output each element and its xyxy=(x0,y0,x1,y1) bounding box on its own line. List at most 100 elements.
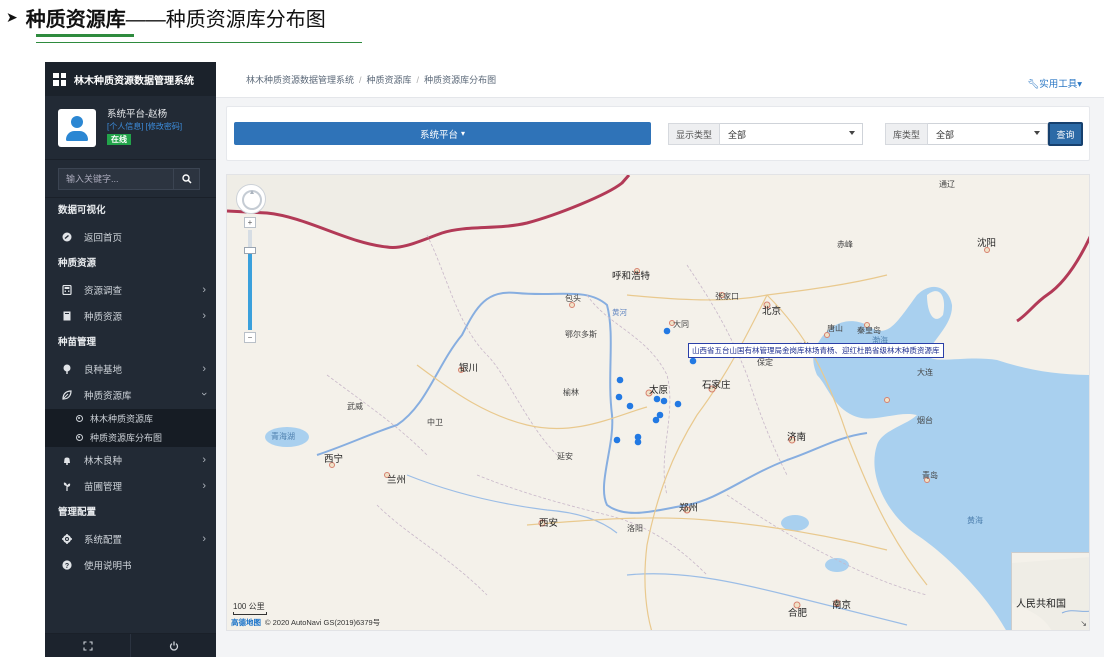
zoom-in-button[interactable]: + xyxy=(244,217,256,228)
display-type-label: 显示类型 xyxy=(668,123,721,145)
breadcrumb-current: 种质资源库分布图 xyxy=(424,75,497,85)
grid-icon xyxy=(53,72,66,86)
sidebar-item-label: 苗圃管理 xyxy=(84,482,123,494)
chevron-right-icon: › xyxy=(202,283,206,296)
map-label-luoyang: 洛阳 xyxy=(627,524,643,533)
map-label-shijiazhuang: 石家庄 xyxy=(702,380,731,391)
user-name: 系统平台-赵杨 xyxy=(107,109,168,120)
chevron-right-icon: › xyxy=(202,310,206,322)
map-label-zhengzhou: 郑州 xyxy=(679,503,699,514)
gear-icon xyxy=(62,533,72,544)
display-type-group: 显示类型 全部 xyxy=(668,123,864,145)
sidebar-item-home[interactable]: 返回首页 xyxy=(45,224,216,251)
page-caption: ➤ 种质资源库 ——种质资源库分布图 xyxy=(6,2,326,32)
tools-menu[interactable]: 🔧︎实用工具▾ xyxy=(1027,76,1082,90)
breadcrumb: 林木种质资源数据管理系统 / 种质资源库 / 种质资源库分布图 🔧︎实用工具▾ xyxy=(216,62,1104,98)
sidebar-item-germplasm-bank[interactable]: 种质资源库 › xyxy=(45,382,216,409)
map-label-baoding: 保定 xyxy=(757,358,773,367)
bank-type-group: 库类型 全部 xyxy=(885,123,1049,145)
tree-icon xyxy=(62,364,72,374)
sidebar-subitem-label: 种质资源库分布图 xyxy=(90,432,163,443)
display-type-select[interactable]: 全部 xyxy=(720,123,864,145)
bank-type-value: 全部 xyxy=(936,129,955,140)
caret-down-icon: ▾ xyxy=(461,129,466,138)
map-label-xian: 西安 xyxy=(539,518,559,529)
sidebar-item-label: 良种基地 xyxy=(84,364,123,376)
user-links[interactable]: [个人信息] [修改密码] xyxy=(107,121,182,133)
breadcrumb-separator: / xyxy=(416,74,420,85)
map-label-baotou: 包头 xyxy=(565,294,581,303)
chevron-right-icon: › xyxy=(202,453,206,466)
map-label-taiyuan: 太原 xyxy=(649,385,669,396)
copyright-text: © 2020 AutoNavi GS(2019)6379号 xyxy=(265,618,381,627)
map-label-chifeng: 赤峰 xyxy=(837,240,853,249)
breadcrumb-home[interactable]: 林木种质资源数据管理系统 xyxy=(246,73,354,86)
sidebar-item-germplasm[interactable]: 种质资源 › xyxy=(45,303,216,330)
sidebar-item-label: 资源调查 xyxy=(84,285,123,297)
distribution-map[interactable]: 呼和浩特 北京 沈阳 太原 石家庄 银川 济南 西宁 兰州 西安 郑州 合肥 南… xyxy=(226,174,1090,631)
book-icon xyxy=(62,311,72,321)
query-button[interactable]: 查询 xyxy=(1048,122,1083,146)
map-label-wuwei: 武威 xyxy=(347,402,363,411)
zoom-slider[interactable] xyxy=(244,230,256,330)
sidebar-item-seed-base[interactable]: 良种基地 › xyxy=(45,356,216,383)
map-label-xining: 西宁 xyxy=(324,454,344,465)
leaf-icon xyxy=(62,390,72,400)
user-panel: 系统平台-赵杨 [个人信息] [修改密码] 在线 xyxy=(45,96,216,160)
sidebar-search xyxy=(45,160,216,198)
search-input[interactable] xyxy=(58,167,174,190)
sidebar-item-forest-seed[interactable]: 林木良种 › xyxy=(45,447,216,474)
section-data-visualization: 数据可视化 xyxy=(58,205,106,216)
chevron-right-icon: › xyxy=(202,532,206,545)
map-label-tangshan: 唐山 xyxy=(827,324,843,333)
map-pan-control[interactable] xyxy=(236,184,266,214)
map-label-hohhot: 呼和浩特 xyxy=(612,271,651,282)
sidebar-subitem-distribution-map[interactable]: 种质资源库分布图 xyxy=(45,428,216,447)
question-icon: ? xyxy=(62,560,72,570)
bell-icon xyxy=(62,455,72,465)
caret-down-icon: ▾ xyxy=(1077,79,1082,90)
map-label-yulin: 榆林 xyxy=(563,388,579,397)
sidebar-item-label: 返回首页 xyxy=(84,233,123,245)
display-type-value: 全部 xyxy=(728,129,747,140)
compass-icon xyxy=(242,190,262,210)
sidebar-item-label: 林木良种 xyxy=(84,455,123,467)
resize-corner-icon[interactable]: ↘ xyxy=(1080,619,1087,628)
platform-dropdown-button[interactable]: 系统平台 ▾ xyxy=(234,122,651,145)
app-header: 林木种质资源数据管理系统 xyxy=(45,62,216,96)
search-button[interactable] xyxy=(174,167,200,190)
zoom-slider-handle[interactable] xyxy=(244,247,256,254)
arrow-icon: ➤ xyxy=(6,8,18,25)
inset-label: 人民共和国 xyxy=(1016,599,1066,610)
sidebar-subitem-label: 林木种质资源库 xyxy=(90,413,154,424)
map-label-ordos: 鄂尔多斯 xyxy=(565,330,597,339)
caption-title: 种质资源库 xyxy=(25,8,126,31)
sidebar-item-manual[interactable]: ? 使用说明书 xyxy=(45,552,216,579)
sidebar-item-nursery[interactable]: 苗圃管理 › xyxy=(45,473,216,500)
map-label-datong: 大同 xyxy=(673,320,689,329)
wrench-icon: 🔧︎ xyxy=(1027,79,1040,90)
map-overview-inset[interactable]: 人民共和国 ↘ xyxy=(1011,552,1089,630)
map-label-jinan: 济南 xyxy=(787,432,807,443)
map-label-qingdao: 青岛 xyxy=(922,471,938,480)
map-copyright: 高德地图 © 2020 AutoNavi GS(2019)6379号 xyxy=(231,617,380,628)
zoom-out-button[interactable]: − xyxy=(244,332,256,343)
fullscreen-button[interactable] xyxy=(45,634,130,657)
breadcrumb-bank[interactable]: 种质资源库 xyxy=(367,73,412,86)
bank-type-select[interactable]: 全部 xyxy=(928,123,1049,145)
sidebar-item-label: 种质资源库 xyxy=(84,391,132,403)
platform-label: 系统平台 xyxy=(419,129,458,141)
map-label-zhongwei: 中卫 xyxy=(427,418,443,427)
tools-label: 实用工具 xyxy=(1039,79,1078,90)
sidebar-item-settings[interactable]: 系统配置 › xyxy=(45,526,216,553)
calculator-icon xyxy=(62,284,72,295)
circle-dot-icon xyxy=(76,414,83,422)
caret-down-icon xyxy=(849,131,856,135)
app-window: 林木种质资源数据管理系统 系统平台-赵杨 [个人信息] [修改密码] 在线 数据… xyxy=(45,62,1104,657)
section-management: 管理配置 xyxy=(58,506,97,518)
logout-button[interactable] xyxy=(130,634,216,657)
sidebar-item-survey[interactable]: 资源调查 › xyxy=(45,277,216,304)
sidebar-subitem-forest-bank[interactable]: 林木种质资源库 xyxy=(45,409,216,428)
sidebar-item-label: 种质资源 xyxy=(84,312,123,324)
map-label-hefei: 合肥 xyxy=(788,608,808,619)
